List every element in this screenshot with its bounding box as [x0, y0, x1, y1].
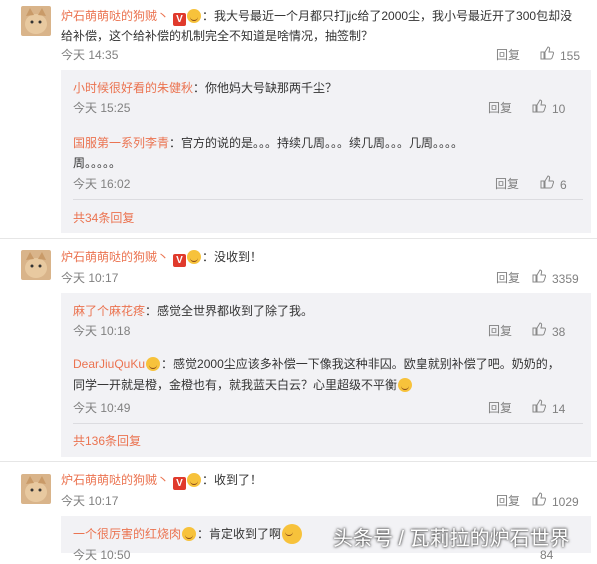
like-count: 6 [560, 177, 567, 192]
like-count: 155 [560, 48, 581, 63]
watermark: 头条号 / 瓦莉拉的炉石世界 [333, 528, 570, 550]
reply-button[interactable]: 回复 [488, 99, 512, 117]
comment-text-cont: 给补偿，这个给补偿的机制完全不知道是啥情况，抽签制？ [61, 29, 374, 43]
comment-text: ：我大号最近一个月都只打jjc给了2000尘，我小号最近开了300包却没 [202, 9, 573, 23]
like-count: 38 [552, 324, 566, 339]
like-count: 10 [552, 101, 566, 116]
thumbs-up-icon [532, 492, 547, 511]
like-button[interactable]: 155 [540, 46, 580, 65]
comment-username[interactable]: 炉石萌萌哒的狗贼丶 [61, 250, 169, 264]
verified-v-badge: V [173, 477, 187, 490]
reply-time: 今天 10:49 [73, 401, 131, 415]
comment-body: 炉石萌萌哒的狗贼丶 V ：我大号最近一个月都只打jjc给了2000尘，我小号最近开了… [61, 6, 591, 26]
reply-button[interactable]: 回复 [488, 322, 512, 340]
comment-body: 炉石萌萌哒的狗贼丶 V ：没收到！ [61, 247, 262, 267]
comment-time: 今天 10:17 [61, 494, 119, 508]
thumbs-up-icon [532, 322, 547, 341]
like-button[interactable]: 3359 [532, 269, 579, 288]
like-count: 1029 [552, 494, 579, 509]
vip-badge-icon [187, 250, 202, 264]
reply-divider [73, 423, 583, 424]
reply-text: ：官方的说的是。。。持续几周。。。续几周。。。几周。。。。 [169, 136, 464, 150]
reply-button[interactable]: 回复 [496, 492, 520, 510]
like-button[interactable]: 14 [532, 399, 565, 418]
comment-username[interactable]: 炉石萌萌哒的狗贼丶 [61, 473, 169, 487]
reply-username[interactable]: 一个很厉害的红烧肉 [73, 527, 181, 541]
reply-time: 今天 10:18 [73, 324, 131, 338]
like-button[interactable]: 10 [532, 99, 565, 118]
reply-button[interactable]: 回复 [496, 269, 520, 287]
reply-username[interactable]: 小时候很好看的朱健秋 [73, 81, 193, 95]
like-count: 3359 [552, 271, 579, 286]
reply-text-line: 同学一开就是橙，金橙也有，就我蓝天白云？心里超级不平衡 [73, 378, 398, 392]
reply-username[interactable]: DearJiuQuKu [73, 357, 145, 371]
reply-username[interactable]: 麻了个麻花疼 [73, 304, 145, 318]
thumbs-up-icon [532, 399, 547, 418]
thumbs-up-icon [532, 99, 547, 118]
verified-v-badge: V [173, 254, 187, 267]
reply-text-cont: 同学一开就是橙，金橙也有，就我蓝天白云？心里超级不平衡 [73, 375, 413, 395]
thumbs-up-icon [532, 269, 547, 288]
thumbs-up-icon [540, 46, 555, 65]
reply-button[interactable]: 回复 [488, 399, 512, 417]
reply-text: ：你他妈大号缺那两千尘？ [193, 81, 338, 95]
comment-username[interactable]: 炉石萌萌哒的狗贼丶 [61, 9, 169, 23]
comment-time: 今天 10:17 [61, 271, 119, 285]
vip-badge-icon [182, 527, 197, 541]
reply-body: 小时候很好看的朱健秋：你他妈大号缺那两千尘？ [73, 78, 337, 98]
like-count: 14 [552, 401, 566, 416]
comment-divider [0, 238, 597, 239]
vip-badge-icon [187, 473, 202, 487]
reply-time: 今天 16:02 [73, 177, 131, 191]
reply-username[interactable]: 国服第一系列李青 [73, 136, 169, 150]
reply-body: 国服第一系列李青：官方的说的是。。。持续几周。。。续几周。。。几周。。。。 [73, 133, 588, 153]
like-button[interactable]: 6 [540, 175, 567, 194]
comment-avatar[interactable] [21, 474, 51, 504]
comment-avatar[interactable] [21, 6, 51, 36]
reply-body: DearJiuQuKu ：感觉2000尘应该多补偿一下像我这种非囚。欧皇就别补偿了… [73, 354, 591, 374]
reply-text: ：感觉2000尘应该多补偿一下像我这种非囚。欧皇就别补偿了吧。奶奶的， [161, 357, 560, 371]
like-button[interactable]: 1029 [532, 492, 579, 511]
reply-divider [73, 199, 583, 200]
verified-v-badge: V [173, 13, 187, 26]
comment-body: 炉石萌萌哒的狗贼丶 V ：收到了！ [61, 470, 262, 490]
more-replies-link[interactable]: 共136条回复 [73, 432, 141, 450]
thumbs-up-icon [540, 175, 555, 194]
reply-text-cont: 周。。。。。 [73, 156, 122, 170]
reply-body: 麻了个麻花疼：感觉全世界都收到了除了我。 [73, 301, 313, 321]
comment-divider [0, 461, 597, 462]
comment-text: ：没收到！ [202, 250, 263, 264]
comment-text: ：收到了！ [202, 473, 263, 487]
vip-badge-icon [187, 9, 202, 23]
reply-time: 今天 15:25 [73, 101, 131, 115]
reply-time: 今天 10:50 [73, 548, 131, 562]
more-replies-link[interactable]: 共34条回复 [73, 209, 134, 227]
reply-body: 一个很厉害的红烧肉 ：肯定收到了啊 [73, 524, 303, 544]
comment-time: 今天 14:35 [61, 48, 119, 62]
reply-text: ：肯定收到了啊 [197, 527, 282, 541]
reply-text: ：感觉全世界都收到了除了我。 [145, 304, 314, 318]
like-button[interactable]: 38 [532, 322, 565, 341]
comment-avatar[interactable] [21, 250, 51, 280]
vip-badge-icon [146, 357, 161, 371]
reply-button[interactable]: 回复 [495, 175, 519, 193]
crying-emoji-icon [398, 378, 413, 392]
reply-button[interactable]: 回复 [496, 46, 520, 64]
cat-emoji-icon [282, 524, 303, 544]
